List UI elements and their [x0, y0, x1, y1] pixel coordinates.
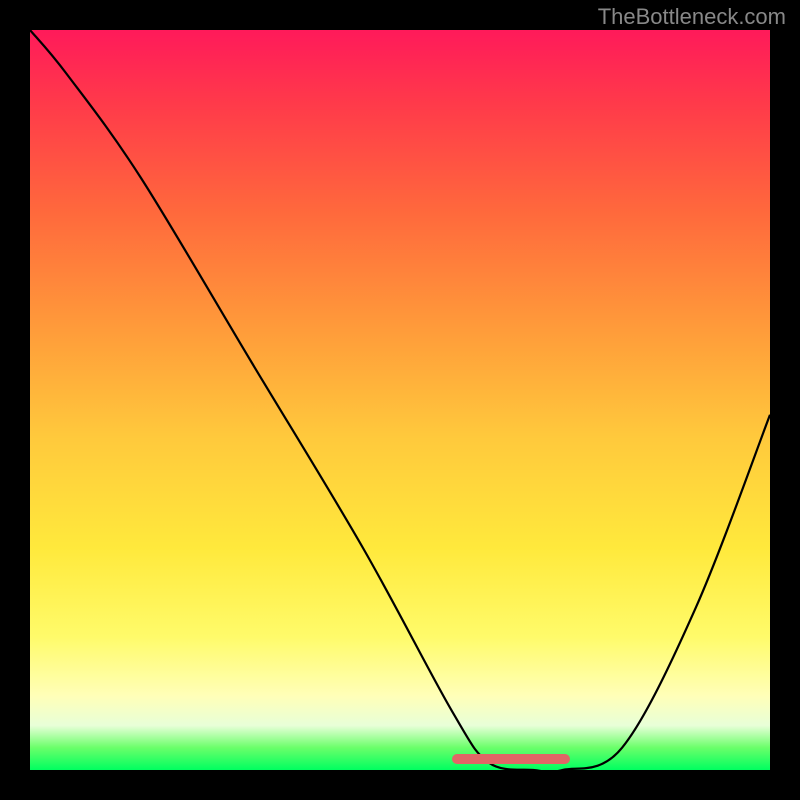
chart-plot-area: [30, 30, 770, 770]
bottleneck-curve: [30, 30, 770, 770]
watermark-text: TheBottleneck.com: [598, 4, 786, 30]
optimal-range-marker: [452, 754, 570, 764]
